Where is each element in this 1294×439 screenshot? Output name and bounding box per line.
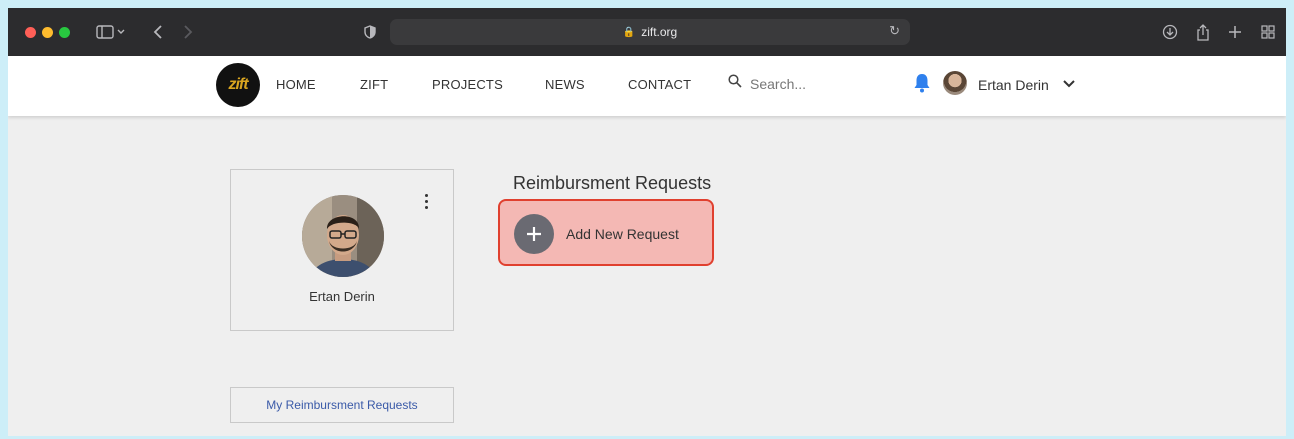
- new-tab-icon[interactable]: [1225, 20, 1245, 44]
- profile-avatar: [302, 195, 384, 277]
- user-name[interactable]: Ertan Derin: [978, 77, 1049, 93]
- nav-contact[interactable]: CONTACT: [628, 77, 691, 92]
- nav-news[interactable]: NEWS: [545, 77, 585, 92]
- privacy-shield-icon[interactable]: [360, 20, 380, 44]
- tab-overview-icon[interactable]: [1258, 20, 1278, 44]
- zift-logo[interactable]: zift: [216, 63, 260, 107]
- chevron-down-icon[interactable]: [1062, 78, 1076, 90]
- url-text: zift.org: [641, 25, 678, 39]
- share-icon[interactable]: [1193, 20, 1213, 44]
- profile-name: Ertan Derin: [309, 289, 375, 304]
- user-avatar[interactable]: [943, 71, 967, 95]
- site-navbar: zift HOME ZIFT PROJECTS NEWS CONTACT Ert…: [8, 56, 1286, 116]
- nav-zift[interactable]: ZIFT: [360, 77, 388, 92]
- nav-home[interactable]: HOME: [276, 77, 316, 92]
- add-new-request-label: Add New Request: [566, 226, 679, 242]
- browser-window: 🔒 zift.org ↻ zift HOME ZIFT PROJECTS NEW…: [8, 8, 1286, 436]
- zoom-window-button[interactable]: [59, 27, 70, 38]
- address-bar[interactable]: 🔒 zift.org ↻: [390, 19, 910, 45]
- browser-toolbar: 🔒 zift.org ↻: [8, 8, 1286, 56]
- downloads-icon[interactable]: [1160, 20, 1180, 44]
- section-title: Reimbursment Requests: [513, 173, 712, 193]
- minimize-window-button[interactable]: [42, 27, 53, 38]
- nav-projects[interactable]: PROJECTS: [432, 77, 503, 92]
- back-icon[interactable]: [148, 20, 168, 44]
- logo-text: zift: [228, 76, 248, 93]
- my-requests-link[interactable]: My Reimbursment Requests: [230, 387, 454, 423]
- forward-icon[interactable]: [178, 20, 198, 44]
- close-window-button[interactable]: [25, 27, 36, 38]
- more-options-icon[interactable]: [421, 194, 431, 212]
- sidebar-toggle-icon[interactable]: [94, 20, 128, 44]
- reload-icon[interactable]: ↻: [889, 23, 900, 39]
- search-icon[interactable]: [728, 74, 742, 88]
- lock-icon: 🔒: [622, 26, 636, 38]
- profile-card: Ertan Derin: [230, 169, 454, 331]
- search-input[interactable]: [750, 74, 900, 94]
- notification-bell-icon[interactable]: [913, 72, 931, 94]
- add-new-request-button[interactable]: Add New Request: [498, 199, 714, 266]
- plus-icon: [514, 214, 554, 254]
